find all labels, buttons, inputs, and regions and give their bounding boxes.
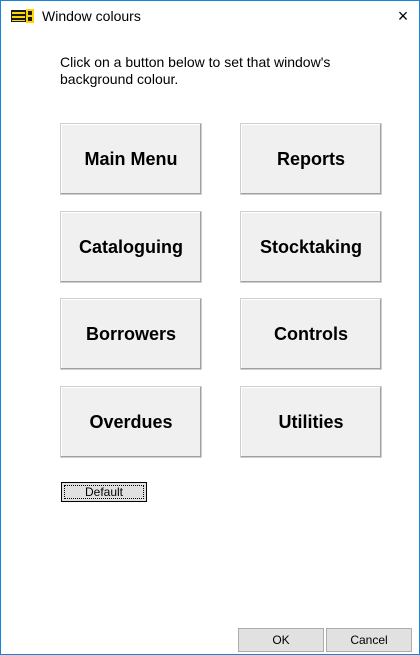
- main-menu-button[interactable]: Main Menu: [60, 123, 202, 195]
- overdues-button[interactable]: Overdues: [60, 386, 202, 458]
- cancel-button[interactable]: Cancel: [326, 628, 412, 652]
- window-title: Window colours: [42, 8, 141, 24]
- stocktaking-button[interactable]: Stocktaking: [240, 211, 382, 283]
- instructions-text: Click on a button below to set that wind…: [60, 54, 331, 87]
- close-button[interactable]: ×: [387, 1, 419, 31]
- controls-button[interactable]: Controls: [240, 298, 382, 370]
- utilities-button[interactable]: Utilities: [240, 386, 382, 458]
- reports-button[interactable]: Reports: [240, 123, 382, 195]
- close-icon: ×: [397, 5, 409, 26]
- borrowers-button[interactable]: Borrowers: [60, 298, 202, 370]
- dialog-content: Click on a button below to set that wind…: [1, 31, 419, 654]
- title-bar[interactable]: Window colours ×: [1, 1, 419, 31]
- library-app-icon: [11, 9, 35, 23]
- cataloguing-button[interactable]: Cataloguing: [60, 211, 202, 283]
- window-colours-dialog: Window colours × Click on a button below…: [0, 0, 420, 655]
- ok-button[interactable]: OK: [238, 628, 324, 652]
- default-button[interactable]: Default: [61, 482, 147, 502]
